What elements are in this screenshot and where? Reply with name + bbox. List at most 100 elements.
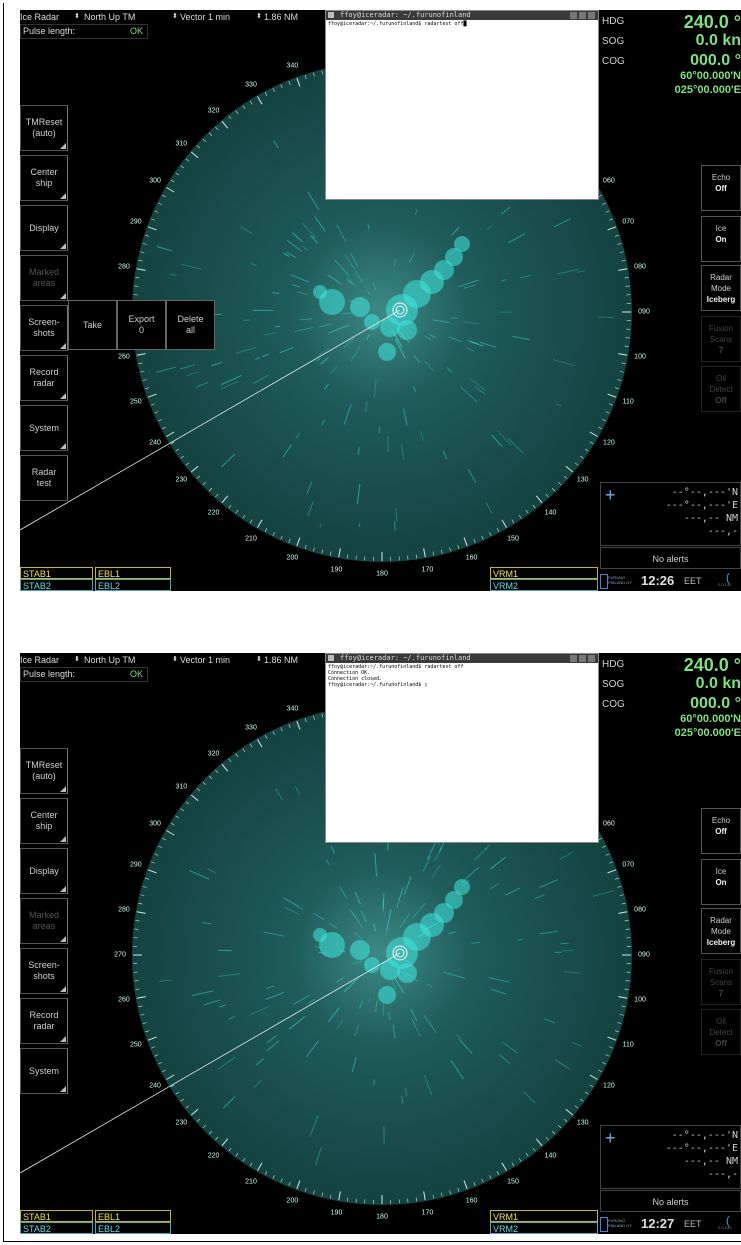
radar-clutter-streak bbox=[467, 468, 477, 483]
stab2-control[interactable]: STAB2 bbox=[20, 579, 93, 591]
radar-clutter-streak bbox=[249, 1005, 270, 1016]
left-menu-button[interactable]: Center ship bbox=[20, 155, 68, 201]
right-toggle-button[interactable]: Fusion Scans 7 bbox=[701, 959, 741, 1005]
topbar-mode-select[interactable]: Ice Radar bbox=[20, 653, 59, 667]
dropdown-arrow-icon[interactable]: ⬍ bbox=[74, 10, 80, 24]
bearing-tick bbox=[619, 894, 624, 897]
left-menu-button[interactable]: Screen- shots bbox=[20, 948, 68, 994]
radar-clutter-streak bbox=[284, 906, 300, 915]
day-night-icon[interactable]: ( bbox=[726, 1215, 730, 1227]
close-icon[interactable] bbox=[588, 655, 595, 662]
bearing-tick bbox=[551, 488, 556, 492]
vrm1-control[interactable]: VRM1 bbox=[490, 1210, 598, 1222]
left-menu-button[interactable]: Screen- shots bbox=[20, 305, 68, 351]
stab2-control[interactable]: STAB2 bbox=[20, 1222, 93, 1234]
stab1-control[interactable]: STAB1 bbox=[20, 567, 93, 579]
terminal-window[interactable]: ffoy@iceradar: ~/.furunofinland ffoy@icer… bbox=[325, 653, 599, 843]
bearing-tick bbox=[288, 724, 291, 728]
radar-clutter-streak bbox=[557, 268, 580, 275]
ebl2-control[interactable]: EBL2 bbox=[95, 1222, 171, 1234]
topbar-orientation-select[interactable]: North Up TM bbox=[84, 653, 135, 667]
ebl1-control[interactable]: EBL1 bbox=[95, 567, 171, 579]
screenshots-submenu-button[interactable]: Delete all bbox=[166, 300, 215, 350]
screenshots-submenu-button[interactable]: Export 0 bbox=[117, 300, 166, 350]
bearing-tick bbox=[296, 1180, 301, 1190]
radar-clutter-streak bbox=[507, 233, 526, 244]
radar-clutter-streak bbox=[413, 354, 421, 364]
vrm1-control[interactable]: VRM1 bbox=[490, 567, 598, 579]
dropdown-arrow-icon[interactable]: ⬍ bbox=[256, 10, 262, 24]
dropdown-arrow-icon[interactable]: ⬍ bbox=[74, 653, 80, 667]
bearing-tick bbox=[321, 713, 324, 718]
right-toggle-button[interactable]: Oil Detect Off bbox=[701, 366, 741, 412]
terminal-output[interactable]: ffoy@iceradar:~/.furunofinland$ radartes… bbox=[326, 20, 598, 28]
topbar-vector-select[interactable]: Vector 1 min bbox=[180, 653, 230, 667]
alerts-panel[interactable]: No alerts bbox=[600, 1190, 741, 1212]
page-border-bottom bbox=[3, 1241, 741, 1242]
left-menu-button[interactable]: Marked areas bbox=[20, 898, 68, 944]
ebl1-control[interactable]: EBL1 bbox=[95, 1210, 171, 1222]
terminal-window[interactable]: ffoy@iceradar: ~/.furunofinland ffoy@icer… bbox=[325, 10, 599, 200]
terminal-title-bar[interactable]: ffoy@iceradar: ~/.furunofinland bbox=[326, 654, 598, 663]
left-menu-button[interactable]: Record radar bbox=[20, 998, 68, 1044]
right-toggle-label: Oil Detect bbox=[709, 374, 733, 394]
radar-clutter-streak bbox=[316, 357, 321, 362]
left-menu-button[interactable]: Display bbox=[20, 205, 68, 251]
dropdown-arrow-icon[interactable]: ⬍ bbox=[172, 10, 178, 24]
right-toggle-button[interactable]: Radar Mode Iceberg bbox=[701, 265, 741, 311]
alerts-panel[interactable]: No alerts bbox=[600, 547, 741, 569]
right-toggle-button[interactable]: Ice On bbox=[701, 859, 741, 905]
left-menu-button[interactable]: Marked areas bbox=[20, 255, 68, 301]
right-toggle-button[interactable]: Radar Mode Iceberg bbox=[701, 908, 741, 954]
left-menu-button[interactable]: TMReset (auto) bbox=[20, 105, 68, 151]
close-icon[interactable] bbox=[588, 12, 595, 19]
right-toggle-button[interactable]: Echo Off bbox=[701, 808, 741, 854]
vrm2-control[interactable]: VRM2 bbox=[490, 1222, 598, 1234]
day-night-icon[interactable]: ( bbox=[726, 572, 730, 584]
dropdown-arrow-icon[interactable]: ⬍ bbox=[172, 653, 178, 667]
bearing-tick bbox=[614, 1030, 619, 1033]
right-toggle-button[interactable]: Oil Detect Off bbox=[701, 1009, 741, 1055]
terminal-output[interactable]: ffoy@iceradar:~/.furunofinland$ radartes… bbox=[326, 663, 598, 689]
bearing-tick bbox=[190, 794, 199, 802]
minimize-icon[interactable] bbox=[570, 655, 577, 662]
bearing-tick bbox=[202, 781, 206, 786]
left-menu-button[interactable]: Radar test bbox=[20, 455, 68, 501]
radar-echo-blob bbox=[454, 236, 470, 252]
topbar-vector-select[interactable]: Vector 1 min bbox=[180, 10, 230, 24]
vrm2-control[interactable]: VRM2 bbox=[490, 579, 598, 591]
topbar-orientation-select[interactable]: North Up TM bbox=[84, 10, 135, 24]
screenshots-submenu-button[interactable]: Take bbox=[68, 300, 117, 350]
stab1-control[interactable]: STAB1 bbox=[20, 1210, 93, 1222]
right-toggle-button[interactable]: Ice On bbox=[701, 216, 741, 262]
bearing-tick bbox=[175, 172, 180, 176]
topbar-range-select[interactable]: 1.86 NM bbox=[264, 10, 298, 24]
topbar-range-select[interactable]: 1.86 NM bbox=[264, 653, 298, 667]
bearing-tick bbox=[496, 528, 500, 532]
left-menu-button[interactable]: System bbox=[20, 405, 68, 451]
radar-clutter-streak bbox=[420, 431, 425, 442]
left-menu-button[interactable]: Display bbox=[20, 848, 68, 894]
maximize-icon[interactable] bbox=[579, 12, 586, 19]
bearing-tick bbox=[180, 165, 184, 169]
radar-echo-blob bbox=[454, 879, 470, 895]
ebl2-control[interactable]: EBL2 bbox=[95, 579, 171, 591]
bearing-label: 110 bbox=[622, 398, 634, 406]
radar-clutter-streak bbox=[203, 999, 221, 1006]
right-toggle-button[interactable]: Fusion Scans 7 bbox=[701, 316, 741, 362]
dropdown-arrow-icon[interactable]: ⬍ bbox=[256, 653, 262, 667]
left-menu-button[interactable]: Record radar bbox=[20, 355, 68, 401]
bearing-tick bbox=[235, 1153, 239, 1157]
terminal-title-bar[interactable]: ffoy@iceradar: ~/.furunofinland bbox=[326, 11, 598, 20]
minimize-icon[interactable] bbox=[570, 12, 577, 19]
radar-clutter-streak bbox=[319, 523, 322, 529]
radar-clutter-streak bbox=[272, 291, 280, 295]
left-menu-button[interactable]: Center ship bbox=[20, 798, 68, 844]
right-toggle-button[interactable]: Echo Off bbox=[701, 165, 741, 211]
bearing-tick bbox=[202, 481, 206, 486]
maximize-icon[interactable] bbox=[579, 655, 586, 662]
left-menu-button[interactable]: TMReset (auto) bbox=[20, 748, 68, 794]
left-menu-button[interactable]: System bbox=[20, 1048, 68, 1094]
radar-clutter-streak bbox=[293, 994, 310, 1005]
topbar-mode-select[interactable]: Ice Radar bbox=[20, 10, 59, 24]
